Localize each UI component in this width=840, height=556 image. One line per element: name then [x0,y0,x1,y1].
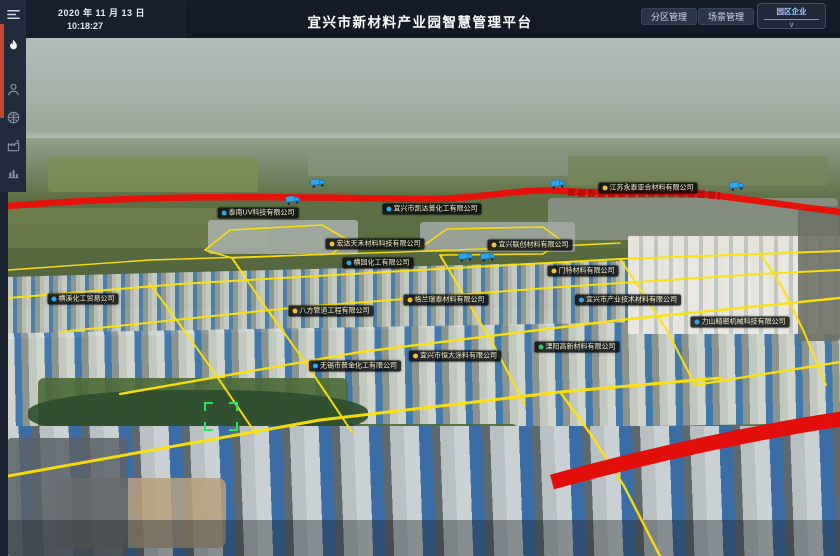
truck-icon[interactable] [457,248,474,268]
map-company-label[interactable]: 江苏永泰亚合材料有限公司 [599,183,698,194]
truck-icon[interactable] [728,177,745,197]
company-marker-dot [552,269,557,274]
map-canvas[interactable]: 泰南UV科技有限公司 宜兴市凯达普化工有限公司宏达天禾材料科技有限公司 江苏永泰亚合… [8,38,840,556]
globe-icon[interactable] [6,110,21,125]
company-label-text: 宜兴市凯达普化工有限公司 [394,205,478,214]
company-marker-dot [408,298,413,303]
sidebar-accent-bar [0,24,4,118]
map-company-label[interactable]: 泰南UV科技有限公司 [218,208,299,219]
truck-icon[interactable] [549,175,566,195]
map-company-label[interactable]: 横园化工有限公司 [343,258,414,269]
map-company-label[interactable]: 宜兴市恒大涂料有限公司 [409,351,501,362]
company-marker-dot [52,297,57,302]
map-company-label[interactable]: 宜兴市产业技术材料有限公司 [575,295,681,306]
company-label-text: 横园化工有限公司 [354,259,410,268]
map-company-label[interactable]: 八方管道工程有限公司 [289,306,374,317]
map-markers-layer: 泰南UV科技有限公司 宜兴市凯达普化工有限公司宏达天禾材料科技有限公司 江苏永泰亚合… [8,38,840,556]
company-label-text: 宜兴联创材料有限公司 [499,241,569,250]
map-company-label[interactable]: 无锡市普金化工有限公司 [309,361,401,372]
company-label-text: 格兰瑞泰材料有限公司 [415,296,485,305]
company-label-text: 泰南UV科技有限公司 [229,209,295,218]
company-marker-dot [413,354,418,359]
user-icon[interactable] [6,82,21,97]
factory-icon[interactable] [6,138,21,153]
app-window: 2020 年 11 月 13 日 10:18:27 宜兴市新材料产业园智慧管理平… [0,0,840,556]
map-company-label[interactable]: 宜兴市凯达普化工有限公司 [383,204,482,215]
company-label-text: 江苏永泰亚合材料有限公司 [610,184,694,193]
company-label-text: 八方管道工程有限公司 [300,307,370,316]
park-enterprise-label: 园区企业 [758,6,825,17]
sidebar-rail [0,0,26,192]
park-enterprise-dropdown[interactable]: 园区企业 ∨ [757,3,826,29]
map-company-label[interactable]: 溧阳高新材料有限公司 [535,342,620,353]
company-label-text: 宏达天禾材料科技有限公司 [337,240,421,249]
company-marker-dot [579,298,584,303]
map-company-label[interactable]: 格兰瑞泰材料有限公司 [404,295,489,306]
company-marker-dot [387,207,392,212]
company-label-text: 溧阳高新材料有限公司 [546,343,616,352]
map-company-label[interactable]: 宏达天禾材料科技有限公司 [326,239,425,250]
top-header: 2020 年 11 月 13 日 10:18:27 宜兴市新材料产业园智慧管理平… [0,0,840,38]
chevron-down-icon: ∨ [758,20,825,29]
company-label-text: 宜兴市产业技术材料有限公司 [586,296,677,305]
truck-icon[interactable] [479,248,496,268]
map-company-label[interactable]: 门特材料有限公司 [548,266,619,277]
flame-icon[interactable] [6,38,21,53]
map-company-label[interactable]: 宜兴联创材料有限公司 [488,240,573,251]
company-marker-dot [313,364,318,369]
scene-management-button[interactable]: 场景管理 [698,8,754,25]
company-marker-dot [347,261,352,266]
company-marker-dot [293,309,298,314]
company-label-text: 无锡市普金化工有限公司 [320,362,397,371]
company-marker-dot [603,186,608,191]
map-company-label[interactable]: 横溪化工贸易公司 [48,294,119,305]
menu-icon[interactable] [6,7,21,22]
company-marker-dot [222,211,227,216]
company-marker-dot [330,242,335,247]
truck-icon[interactable] [309,174,326,194]
bar-chart-icon[interactable] [6,165,21,180]
company-label-text: 力山精密机械科技有限公司 [702,318,786,327]
map-company-label[interactable]: 力山精密机械科技有限公司 [691,317,790,328]
company-label-text: 宜兴市恒大涂料有限公司 [420,352,497,361]
company-label-text: 横溪化工贸易公司 [59,295,115,304]
company-marker-dot [492,243,497,248]
company-marker-dot [539,345,544,350]
zone-management-button[interactable]: 分区管理 [641,8,697,25]
company-label-text: 门特材料有限公司 [559,267,615,276]
company-marker-dot [695,320,700,325]
